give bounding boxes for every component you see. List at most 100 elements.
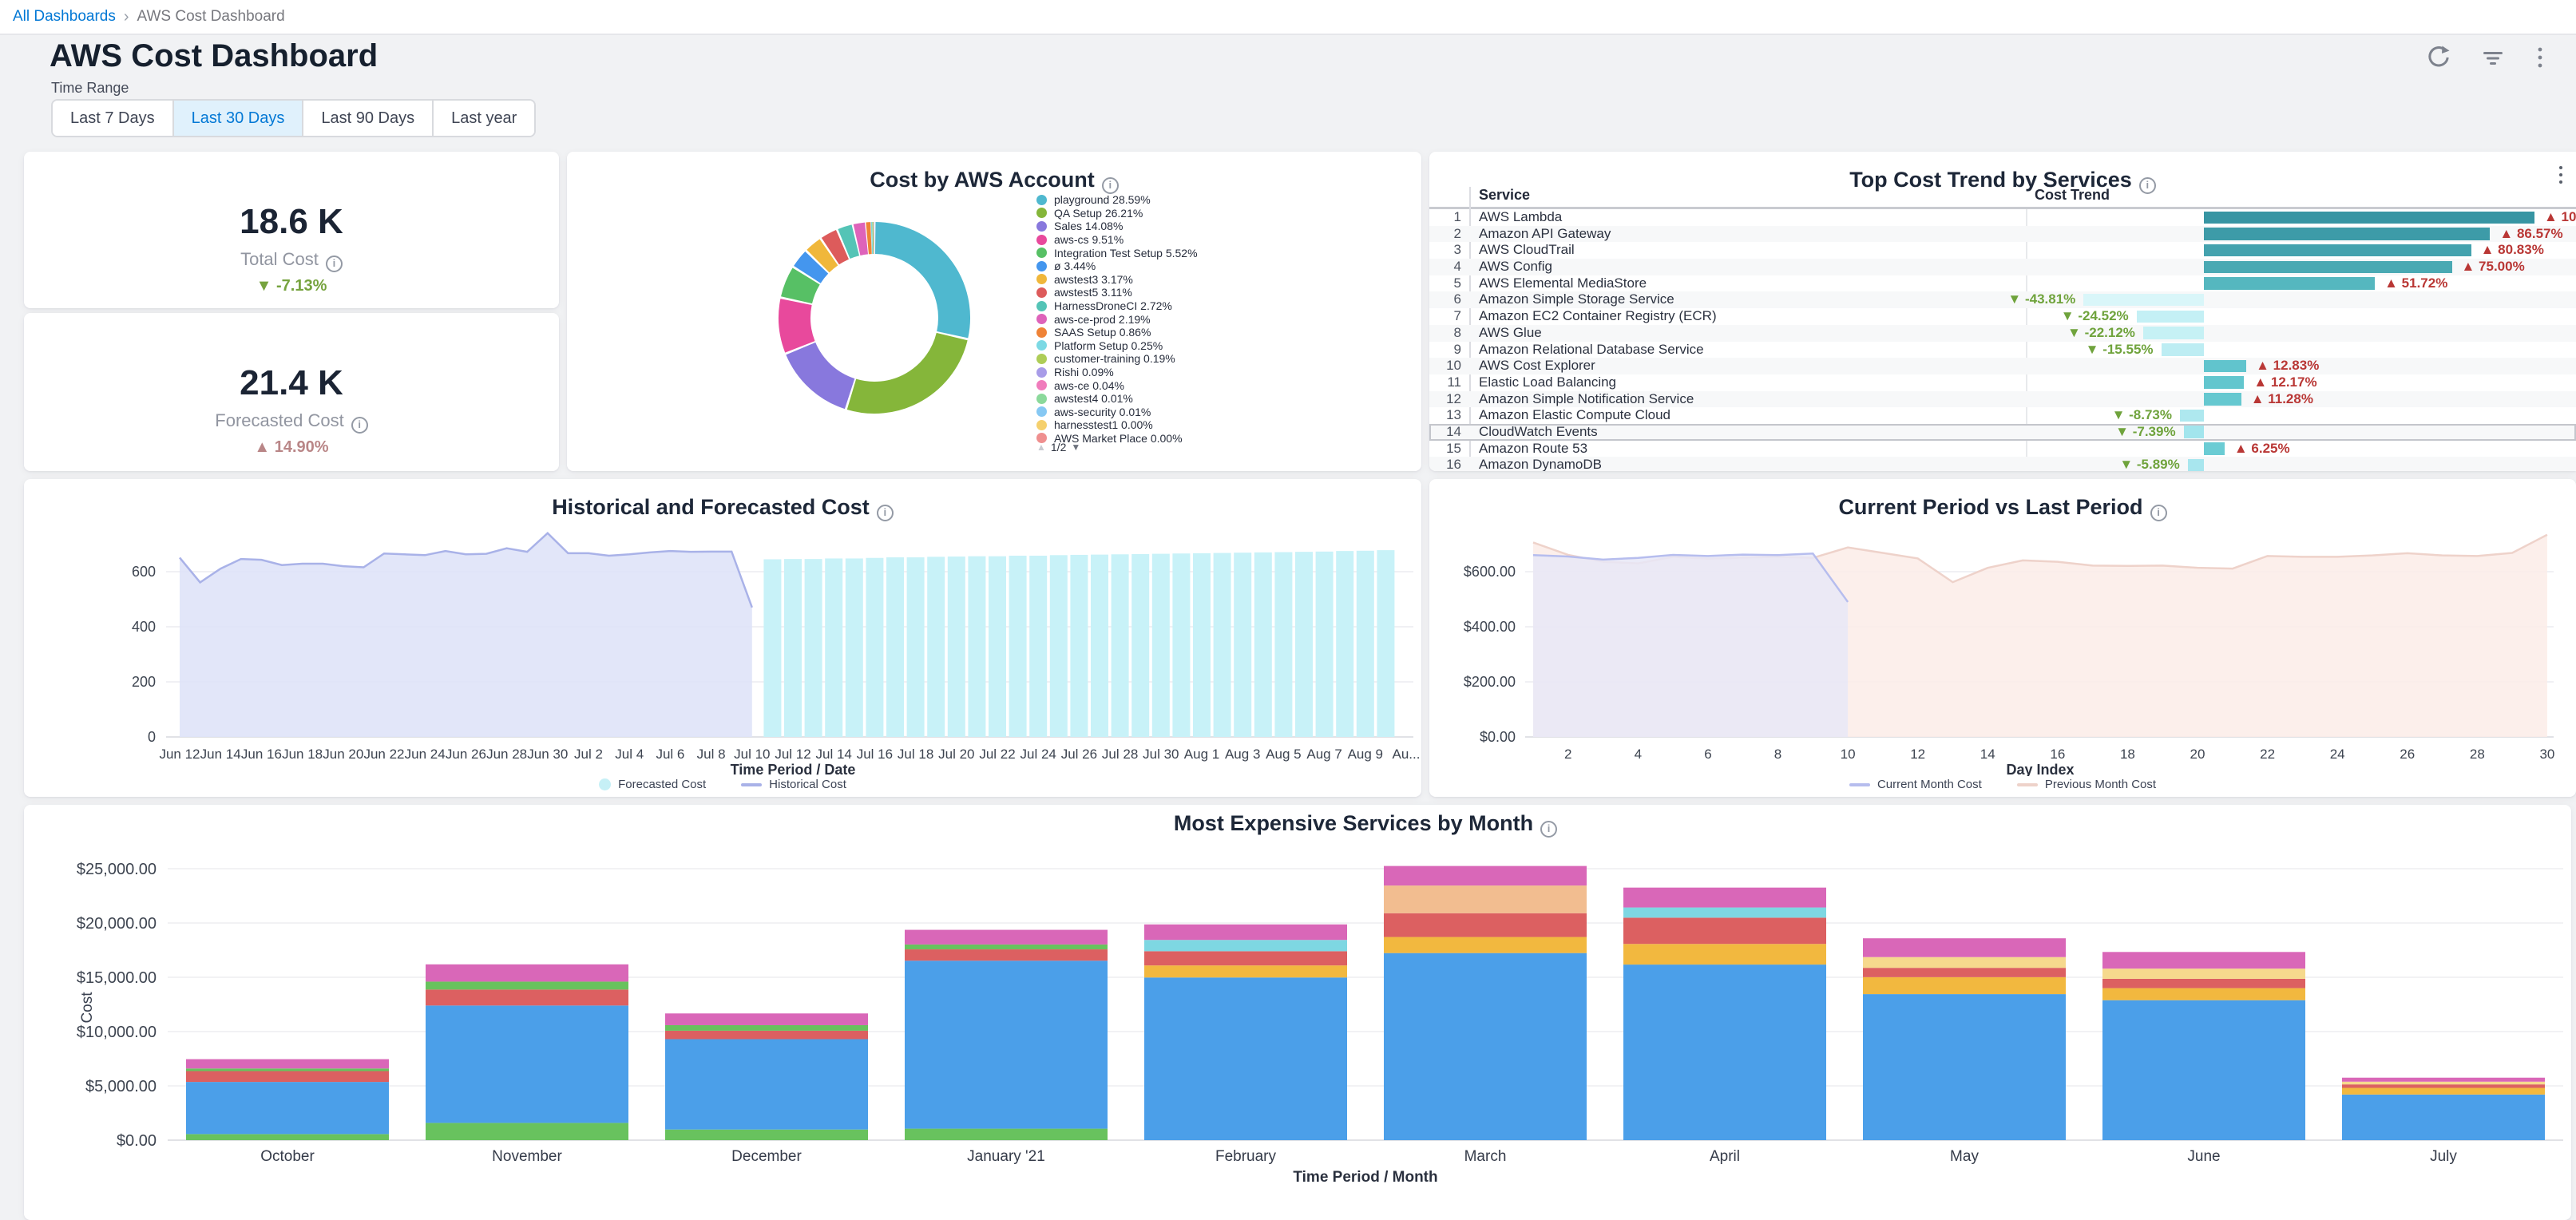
kebab-menu-icon[interactable]	[2534, 45, 2546, 70]
axis-tick-label: 16	[2050, 747, 2065, 762]
table-row[interactable]: 9Amazon Relational Database Service▼ -15…	[1429, 342, 2576, 358]
legend-item[interactable]: Rishi 0.09%	[1036, 366, 1198, 379]
table-row[interactable]: 10AWS Cost Explorer▲ 12.83%	[1429, 358, 2576, 374]
donut-slice[interactable]	[851, 337, 952, 398]
legend-item[interactable]: aws-cs 9.51%	[1036, 233, 1198, 247]
trend-bar	[2204, 261, 2452, 274]
legend-page-up-icon[interactable]: ▲	[1036, 442, 1046, 453]
donut-slice[interactable]	[801, 349, 850, 394]
legend-item[interactable]: playground 28.59%	[1036, 193, 1198, 207]
axis-tick-label: 400	[132, 619, 156, 635]
info-icon[interactable]	[1102, 177, 1119, 194]
legend-item[interactable]: HarnessDroneCI 2.72%	[1036, 299, 1198, 313]
table-row[interactable]: 14CloudWatch Events▼ -7.39%	[1429, 424, 2576, 441]
table-row[interactable]: 7Amazon EC2 Container Registry (ECR)▼ -2…	[1429, 308, 2576, 325]
legend-item[interactable]: QA Setup 26.21%	[1036, 207, 1198, 220]
table-row[interactable]: 6Amazon Simple Storage Service▼ -43.81%	[1429, 291, 2576, 308]
trend-bar	[2204, 376, 2244, 389]
refresh-icon[interactable]	[2426, 45, 2451, 70]
legend-swatch	[1036, 208, 1047, 218]
donut-slice[interactable]	[807, 263, 817, 275]
legend-item[interactable]: Forecasted Cost	[599, 778, 706, 791]
cost-trend-cell: ▼ -22.12%	[2026, 325, 2576, 342]
legend-pagination: ▲ 1/2 ▼	[1036, 441, 1080, 454]
axis-tick-label: Jul 26	[1061, 747, 1097, 762]
axis-tick-label: $20,000.00	[77, 915, 157, 933]
table-row[interactable]: 8AWS Glue▼ -22.12%	[1429, 325, 2576, 342]
kebab-menu-icon[interactable]	[2557, 164, 2565, 189]
table-row[interactable]: 11Elastic Load Balancing▲ 12.17%	[1429, 374, 2576, 391]
time-range-button[interactable]: Last 7 Days	[53, 101, 172, 136]
legend-item[interactable]: Historical Cost	[741, 778, 846, 791]
legend-item[interactable]: Previous Month Cost	[2017, 778, 2156, 791]
time-range-button[interactable]: Last 30 Days	[172, 101, 303, 136]
legend-item[interactable]: SAAS Setup 0.86%	[1036, 326, 1198, 339]
donut-slice[interactable]	[875, 238, 954, 335]
axis-tick-label: Jul 22	[979, 747, 1015, 762]
donut-slice[interactable]	[797, 276, 806, 300]
legend-page-down-icon[interactable]: ▼	[1071, 442, 1080, 453]
forecast-bar	[846, 558, 863, 737]
legend-swatch	[1036, 420, 1047, 430]
service-name: AWS Lambda	[1479, 209, 1562, 226]
bar-segment	[1384, 866, 1587, 885]
trend-bar	[2204, 442, 2225, 455]
forecast-bar	[927, 557, 945, 737]
legend-swatch	[1036, 248, 1047, 258]
table-row[interactable]: 2Amazon API Gateway▲ 86.57%	[1429, 226, 2576, 243]
row-rank: 13	[1429, 407, 1461, 424]
bar-segment	[665, 1013, 868, 1025]
bar-segment	[186, 1060, 389, 1069]
row-rank: 7	[1429, 308, 1461, 325]
cost-trend-cell: ▲ 75.00%	[2026, 259, 2576, 275]
table-row[interactable]: 1AWS Lambda▲ 100.00%	[1429, 209, 2576, 226]
bar-segment	[1863, 957, 2066, 968]
legend-item[interactable]: awstest3 3.17%	[1036, 273, 1198, 287]
legend-item[interactable]: ø 3.44%	[1036, 259, 1198, 273]
info-icon[interactable]	[351, 417, 368, 434]
trend-percent: ▲ 100.00%	[2544, 209, 2576, 226]
service-name: AWS Elemental MediaStore	[1479, 275, 1647, 292]
time-range-button[interactable]: Last year	[432, 101, 534, 136]
legend-item[interactable]: Integration Test Setup 5.52%	[1036, 246, 1198, 259]
legend-item[interactable]: awstest4 0.01%	[1036, 392, 1198, 406]
bar-segment	[1623, 917, 1826, 944]
axis-tick-label: Jun 24	[405, 747, 446, 762]
donut-slice[interactable]	[857, 238, 866, 240]
axis-tick-label: 600	[132, 564, 156, 580]
bar-segment	[2342, 1095, 2545, 1140]
breadcrumb-link-all-dashboards[interactable]: All Dashboards	[13, 8, 116, 26]
legend-item[interactable]: awstest5 3.11%	[1036, 286, 1198, 299]
table-row[interactable]: 13Amazon Elastic Compute Cloud▼ -8.73%	[1429, 407, 2576, 424]
info-icon[interactable]	[326, 255, 343, 272]
monthly-stacked-bar-chart: $0.00$5,000.00$10,000.00$15,000.00$20,00…	[24, 805, 2571, 1188]
axis-tick-label: $0.00	[117, 1132, 157, 1150]
time-range-button[interactable]: Last 90 Days	[302, 101, 432, 136]
legend-item[interactable]: customer-training 0.19%	[1036, 352, 1198, 366]
trend-bar	[2204, 212, 2534, 224]
axis-tick-label: $5,000.00	[85, 1078, 157, 1095]
legend-item[interactable]: Sales 14.08%	[1036, 220, 1198, 233]
legend-item[interactable]: aws-ce-prod 2.19%	[1036, 312, 1198, 326]
donut-slice[interactable]	[830, 244, 842, 251]
table-row[interactable]: 15Amazon Route 53▲ 6.25%	[1429, 441, 2576, 458]
column-header-service[interactable]: Service	[1479, 187, 1530, 204]
table-row[interactable]: 12Amazon Simple Notification Service▲ 11…	[1429, 391, 2576, 408]
legend-item[interactable]: aws-ce 0.04%	[1036, 378, 1198, 392]
legend-item[interactable]: Current Month Cost	[1849, 778, 1982, 791]
table-row[interactable]: 4AWS Config▲ 75.00%	[1429, 259, 2576, 275]
legend-item[interactable]: aws-security 0.01%	[1036, 406, 1198, 419]
legend-item[interactable]: Platform Setup 0.25%	[1036, 339, 1198, 353]
donut-slice[interactable]	[795, 302, 800, 347]
filter-icon[interactable]	[2480, 45, 2506, 70]
table-row[interactable]: 3AWS CloudTrail▲ 80.83%	[1429, 242, 2576, 259]
donut-slice[interactable]	[844, 240, 855, 244]
table-row[interactable]: 5AWS Elemental MediaStore▲ 51.72%	[1429, 275, 2576, 292]
table-row[interactable]: 16Amazon DynamoDB▼ -5.89%	[1429, 457, 2576, 471]
donut-slice[interactable]	[818, 252, 828, 261]
legend-item[interactable]: harnesstest1 0.00%	[1036, 418, 1198, 432]
column-header-cost-trend[interactable]: Cost Trend	[2035, 187, 2110, 204]
bar-segment	[1863, 977, 2066, 994]
trend-percent: ▲ 86.57%	[2499, 226, 2562, 243]
forecast-bar	[825, 558, 842, 737]
